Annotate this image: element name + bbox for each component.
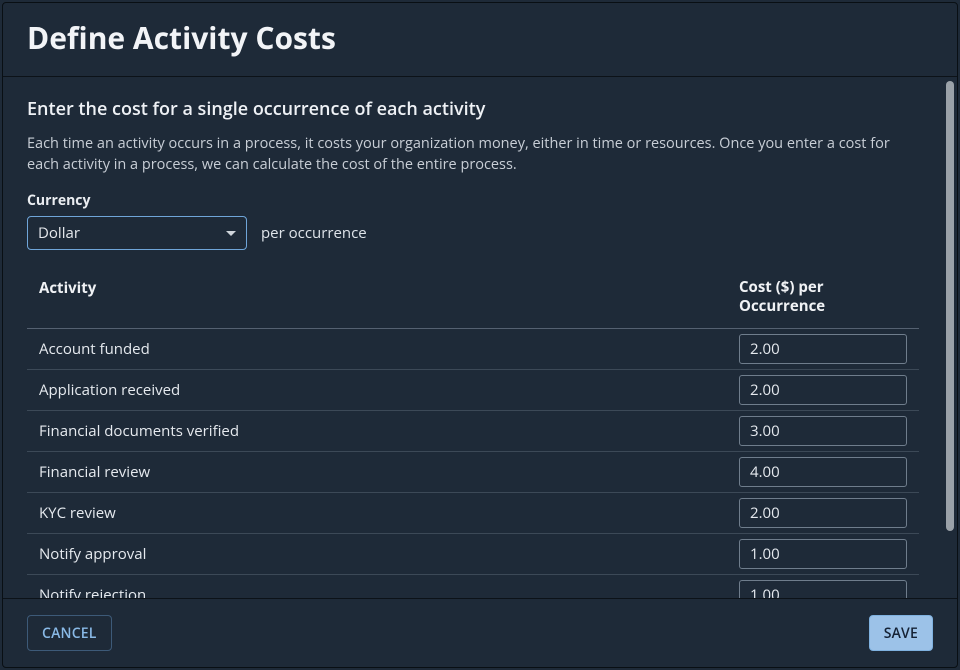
currency-select[interactable]: Dollar — [27, 216, 247, 250]
vertical-scrollbar[interactable] — [943, 77, 957, 598]
cost-input[interactable]: 2.00 — [739, 375, 907, 405]
table-row: Application received2.00 — [27, 369, 919, 410]
dialog-header: Define Activity Costs — [3, 3, 957, 76]
cost-input[interactable]: 4.00 — [739, 457, 907, 487]
dialog-body: Enter the cost for a single occurrence o… — [3, 77, 943, 598]
cost-input[interactable]: 1.00 — [739, 539, 907, 569]
dialog-footer: CANCEL SAVE — [3, 598, 957, 667]
table-row: Account funded2.00 — [27, 328, 919, 369]
table-row: Notify rejection1.00 — [27, 574, 919, 598]
activity-label: Notify rejection — [39, 585, 739, 598]
activity-label: Application received — [39, 380, 739, 400]
cost-input[interactable]: 2.00 — [739, 334, 907, 364]
dialog-body-wrap: Enter the cost for a single occurrence o… — [3, 76, 957, 598]
activity-label: Financial documents verified — [39, 421, 739, 441]
currency-row: Dollar per occurrence — [27, 216, 919, 250]
define-activity-costs-dialog: Define Activity Costs Enter the cost for… — [2, 2, 958, 668]
per-occurrence-text: per occurrence — [261, 223, 367, 243]
table-rows: Account funded2.00Application received2.… — [27, 328, 919, 598]
scrollbar-thumb[interactable] — [946, 81, 954, 531]
currency-label: Currency — [27, 191, 919, 210]
activity-label: Account funded — [39, 339, 739, 359]
cost-input[interactable]: 3.00 — [739, 416, 907, 446]
dialog-title: Define Activity Costs — [27, 17, 933, 58]
table-row: Financial review4.00 — [27, 451, 919, 492]
chevron-down-icon — [226, 231, 236, 236]
currency-select-value: Dollar — [38, 223, 80, 243]
cost-input[interactable]: 1.00 — [739, 580, 907, 598]
table-row: Financial documents verified3.00 — [27, 410, 919, 451]
section-subheading: Enter the cost for a single occurrence o… — [27, 97, 919, 121]
table-header: Activity Cost ($) per Occurrence — [27, 272, 919, 328]
table-row: Notify approval1.00 — [27, 533, 919, 574]
activity-label: KYC review — [39, 503, 739, 523]
cancel-button[interactable]: CANCEL — [27, 615, 112, 651]
activity-label: Financial review — [39, 462, 739, 482]
col-cost: Cost ($) per Occurrence — [739, 278, 907, 316]
section-description: Each time an activity occurs in a proces… — [27, 133, 917, 175]
col-activity: Activity — [39, 278, 739, 316]
table-row: KYC review2.00 — [27, 492, 919, 533]
save-button[interactable]: SAVE — [869, 615, 933, 651]
activity-label: Notify approval — [39, 544, 739, 564]
cost-input[interactable]: 2.00 — [739, 498, 907, 528]
